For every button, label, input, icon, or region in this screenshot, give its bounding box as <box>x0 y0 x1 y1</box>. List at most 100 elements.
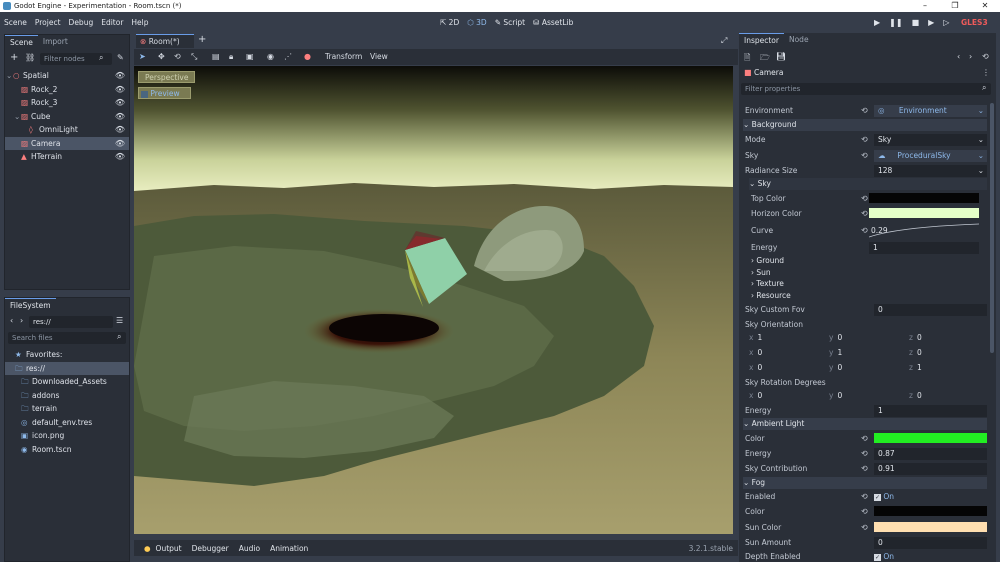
menu-help[interactable]: Help <box>127 18 152 27</box>
scale-tool-icon[interactable]: ⤡ <box>191 52 197 62</box>
script-icon[interactable]: ✎ <box>117 53 124 62</box>
file-item[interactable]: 🗀︎ terrain <box>5 402 129 415</box>
play-icon[interactable]: ▶ <box>874 18 880 27</box>
menu-debug[interactable]: Debug <box>65 18 98 27</box>
tab-animation[interactable]: Animation <box>265 544 313 553</box>
revert-icon[interactable]: ⟲ <box>861 191 868 206</box>
file-item[interactable]: ★ Favorites: <box>5 348 129 361</box>
play-custom-icon[interactable]: ▷ <box>943 18 949 27</box>
fog-enabled-checkbox[interactable]: ✓ On <box>874 491 894 503</box>
view-menu[interactable]: View <box>370 52 388 61</box>
search-files-input[interactable]: Search files <box>8 332 126 344</box>
group-icon[interactable]: ▣ <box>246 52 254 61</box>
move-tool-icon[interactable]: ✥ <box>158 52 165 61</box>
filter-properties-input[interactable]: Filter properties <box>741 83 991 95</box>
scene-node-spatial[interactable]: ⌄ ○ Spatial 👁︎ <box>5 69 129 82</box>
fullscreen-icon[interactable]: ⤢ <box>721 36 727 46</box>
back-icon[interactable]: ‹ <box>10 316 13 325</box>
path-input[interactable]: res:// <box>29 316 113 328</box>
mode-script-button[interactable]: ✎ Script <box>495 18 525 27</box>
revert-icon[interactable]: ⟲ <box>861 431 868 446</box>
sky-resource[interactable]: ☁ ProceduralSky ⌄ <box>874 150 987 162</box>
local-space-icon[interactable]: ◉ <box>267 52 274 61</box>
scene-node-rock_3[interactable]: ▨ Rock_3 👁︎ <box>5 96 129 109</box>
play-scene-icon[interactable]: ▶ <box>928 18 934 27</box>
section-texture[interactable]: › Texture <box>751 278 989 290</box>
file-item[interactable]: 🗀︎ addons <box>5 389 129 402</box>
lock-icon[interactable]: 🔒︎ <box>229 52 233 62</box>
select-tool-icon[interactable]: ➤ <box>139 52 146 61</box>
revert-icon[interactable]: ⟲ <box>861 446 868 461</box>
visibility-icon[interactable]: 👁︎ <box>115 83 125 96</box>
visibility-icon[interactable]: 👁︎ <box>115 96 125 109</box>
tab-import[interactable]: Import <box>38 35 73 48</box>
menu-editor[interactable]: Editor <box>97 18 127 27</box>
tab-audio[interactable]: Audio <box>234 544 265 553</box>
rotate-tool-icon[interactable]: ⟲ <box>174 52 181 61</box>
sun-amount-field[interactable]: 0 <box>874 537 987 549</box>
preview-toggle[interactable]: Preview <box>138 87 191 99</box>
top-color-swatch[interactable] <box>869 193 979 203</box>
transform-menu[interactable]: Transform <box>325 52 362 61</box>
vector-field-z[interactable]: z1 <box>909 362 985 374</box>
energy2-field[interactable]: 1 <box>874 405 987 417</box>
revert-icon[interactable]: ⟲ <box>861 461 868 476</box>
vector-field-y[interactable]: y1 <box>829 347 905 359</box>
section-resource[interactable]: › Resource <box>751 290 989 302</box>
tab-scene[interactable]: Scene <box>5 35 38 48</box>
file-item[interactable]: 🗀︎ Downloaded_Assets <box>5 375 129 388</box>
vector-field-x[interactable]: x1 <box>749 332 825 344</box>
depth-checkbox[interactable]: ✓ On <box>874 551 894 562</box>
section-ground[interactable]: › Ground <box>751 255 989 267</box>
minimize-button[interactable]: – <box>910 0 940 12</box>
new-tab-icon[interactable]: + <box>198 34 206 45</box>
renderer-selector[interactable]: GLES3 <box>961 12 988 33</box>
split-view-icon[interactable]: ☰ <box>116 316 123 325</box>
mode-3d-button[interactable]: ⬡ 3D <box>467 18 486 27</box>
expand-caret-icon[interactable]: ⌄ <box>6 69 12 82</box>
mode-2d-button[interactable]: ⇱ 2D <box>440 18 459 27</box>
mode-select[interactable]: Sky ⌄ <box>874 134 987 146</box>
snap-icon[interactable]: ⋰ <box>284 52 292 61</box>
section-ambient[interactable]: ⌄ Ambient Light <box>743 418 987 430</box>
list-select-icon[interactable]: ▤ <box>212 52 220 61</box>
section-fog[interactable]: ⌄ Fog <box>743 477 987 489</box>
scene-node-hterrain[interactable]: ▲ HTerrain 👁︎ <box>5 150 129 163</box>
section-sky[interactable]: ⌄ Sky <box>749 178 987 190</box>
maximize-button[interactable]: ❐ <box>940 0 970 12</box>
tab-node[interactable]: Node <box>784 33 814 46</box>
vector-field-y[interactable]: y0 <box>829 390 905 402</box>
stop-icon[interactable]: ■ <box>912 18 920 27</box>
file-item[interactable]: ▣ icon.png <box>5 429 129 442</box>
fov-field[interactable]: 0 <box>874 304 987 316</box>
menu-scene[interactable]: Scene <box>0 18 31 27</box>
energy-field[interactable]: 1 <box>869 242 979 254</box>
link-icon[interactable]: ⛓ <box>25 53 35 62</box>
amb-sky-field[interactable]: 0.91 <box>874 463 987 475</box>
sun-color-swatch[interactable] <box>874 522 987 532</box>
history-back-icon[interactable]: ‹ <box>957 52 960 61</box>
section-background[interactable]: ⌄ Background <box>743 119 987 131</box>
tab-inspector[interactable]: Inspector <box>739 33 784 46</box>
vector-field-y[interactable]: y0 <box>829 332 905 344</box>
mode-assetlib-button[interactable]: ⛁ AssetLib <box>533 18 573 27</box>
revert-icon[interactable]: ⟲ <box>861 489 868 504</box>
camera-preview-icon[interactable]: ● <box>304 52 311 61</box>
radiance-select[interactable]: 128 ⌄ <box>874 165 987 177</box>
pause-icon[interactable]: ❚❚ <box>889 18 902 27</box>
close-button[interactable]: ✕ <box>970 0 1000 12</box>
expand-caret-icon[interactable]: ⌄ <box>14 110 20 123</box>
3d-viewport[interactable]: Perspective Preview <box>134 66 733 534</box>
tab-debugger[interactable]: Debugger <box>187 544 234 553</box>
revert-icon[interactable]: ⟲ <box>861 223 868 238</box>
ambient-color-swatch[interactable] <box>874 433 987 443</box>
new-resource-icon[interactable]: 🗎︎ <box>744 52 750 66</box>
tab-output[interactable]: ● Output <box>134 544 187 553</box>
horizon-color-swatch[interactable] <box>869 208 979 218</box>
revert-icon[interactable]: ⟲ <box>861 148 868 163</box>
file-item[interactable]: ◎ default_env.tres <box>5 416 129 429</box>
file-item[interactable]: 🗀︎ res:// <box>5 361 129 375</box>
visibility-icon[interactable]: 👁︎ <box>115 69 125 82</box>
tab-filesystem[interactable]: FileSystem <box>5 298 56 311</box>
revert-icon[interactable]: ⟲ <box>861 520 868 535</box>
